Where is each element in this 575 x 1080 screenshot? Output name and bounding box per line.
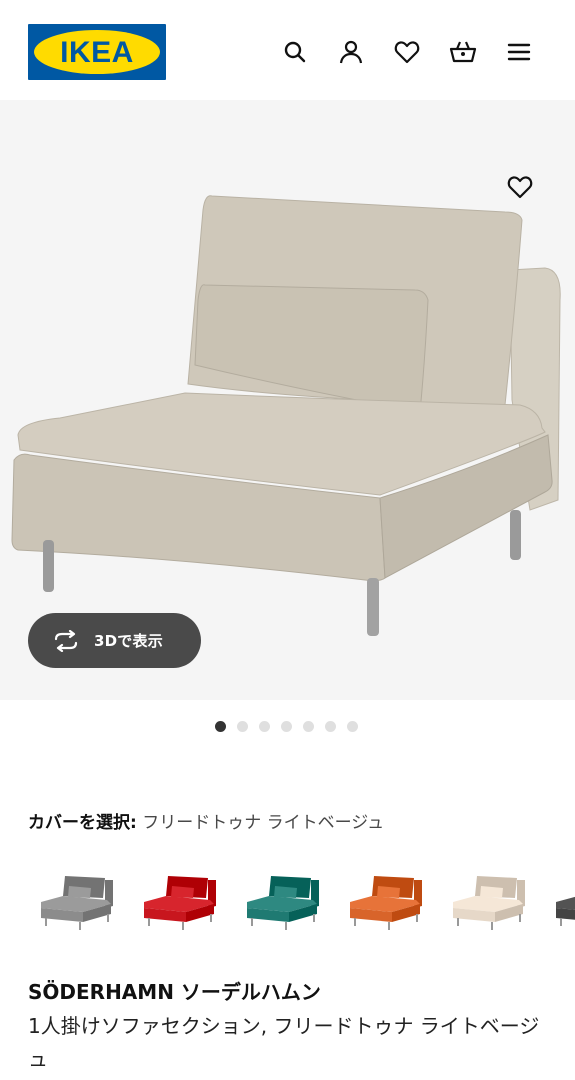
carousel-dot[interactable]: [237, 721, 248, 732]
cover-swatch-red[interactable]: [136, 860, 228, 940]
site-header: IKEA: [0, 0, 575, 100]
cover-selection-label: カバーを選択: フリードトゥナ ライトベージュ: [28, 808, 384, 833]
favorites-icon[interactable]: [391, 36, 423, 68]
cart-icon[interactable]: [447, 36, 479, 68]
search-icon[interactable]: [279, 36, 311, 68]
carousel-dot[interactable]: [281, 721, 292, 732]
cover-swatch-orange[interactable]: [342, 860, 434, 940]
carousel-dot[interactable]: [325, 721, 336, 732]
cover-swatch-beige[interactable]: [445, 860, 537, 940]
product-image: [11, 195, 561, 636]
cover-swatch-grey[interactable]: [33, 860, 125, 940]
carousel-dot[interactable]: [259, 721, 270, 732]
product-image-gallery[interactable]: 3Dで表示: [0, 100, 575, 700]
product-name: SÖDERHAMN ソーデルハムン: [28, 980, 321, 1004]
svg-text:IKEA: IKEA: [60, 36, 134, 69]
cover-label-title: カバーを選択:: [28, 813, 137, 833]
add-to-favorites-button[interactable]: [503, 170, 537, 204]
account-icon[interactable]: [335, 36, 367, 68]
cover-swatch-dark[interactable]: [548, 860, 575, 940]
view-in-3d-label: 3Dで表示: [94, 632, 163, 650]
carousel-dot[interactable]: [303, 721, 314, 732]
carousel-indicator: [215, 721, 358, 732]
cover-swatch-teal[interactable]: [239, 860, 331, 940]
cover-selected-value: フリードトゥナ ライトベージュ: [142, 813, 385, 833]
carousel-dot[interactable]: [347, 721, 358, 732]
cover-swatch-list: [0, 860, 575, 940]
carousel-dot[interactable]: [215, 721, 226, 732]
ikea-logo[interactable]: IKEA: [28, 24, 166, 80]
rotate-3d-icon: [54, 629, 78, 652]
menu-icon[interactable]: [503, 36, 535, 68]
view-in-3d-button[interactable]: 3Dで表示: [28, 613, 201, 668]
product-description: 1人掛けソファセクション, フリードトゥナ ライトベージュ: [28, 1014, 540, 1071]
heart-icon: [507, 176, 533, 199]
